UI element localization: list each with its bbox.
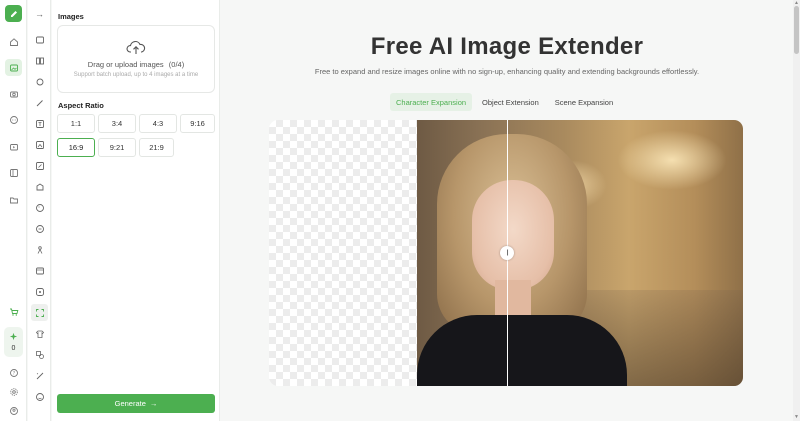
upload-hint: Support batch upload, up to 4 images at …	[73, 72, 199, 78]
tool-palette-icon[interactable]	[31, 199, 48, 216]
aspect-ratio-title: Aspect Ratio	[58, 101, 104, 110]
ratio-option-16-9[interactable]: 16:9	[57, 138, 95, 157]
tool-expand-icon[interactable]	[31, 304, 48, 321]
tab-object-extension[interactable]: Object Extension	[476, 93, 545, 111]
settings-panel: Images Drag or upload images (0/4) Suppo…	[52, 0, 220, 421]
tool-wand-icon[interactable]	[31, 367, 48, 384]
portrait-photo	[417, 120, 743, 386]
ratio-option-3-4[interactable]: 3:4	[98, 114, 136, 133]
app-logo-icon[interactable]	[5, 5, 22, 22]
credits-badge[interactable]: 0	[4, 327, 23, 357]
main-content: Free AI Image Extender Free to expand an…	[221, 0, 793, 421]
sparkle-icon	[9, 332, 18, 341]
tool-enhance-icon[interactable]	[31, 136, 48, 153]
tool-film-icon[interactable]	[31, 262, 48, 279]
account-icon[interactable]	[5, 402, 22, 419]
upload-dropzone[interactable]: Drag or upload images (0/4) Support batc…	[57, 25, 215, 93]
scrollbar-thumb[interactable]	[794, 6, 799, 54]
tool-shapes-icon[interactable]	[31, 346, 48, 363]
transparent-background	[269, 120, 417, 386]
ratio-option-4-3[interactable]: 4:3	[139, 114, 177, 133]
page-subtitle: Free to expand and resize images online …	[314, 67, 700, 76]
page-scrollbar[interactable]: ▲ ▼	[793, 0, 800, 421]
gallery-icon[interactable]	[5, 164, 22, 181]
tool-compare-icon[interactable]	[31, 52, 48, 69]
images-section-title: Images	[58, 12, 84, 21]
help-icon[interactable]: ?	[5, 364, 22, 381]
scroll-down-icon[interactable]: ▼	[794, 414, 799, 420]
tab-character-expansion[interactable]: Character Expansion	[390, 93, 473, 111]
image-tools-icon[interactable]	[5, 59, 22, 76]
tools-column: →	[28, 0, 51, 421]
tool-shirt-icon[interactable]	[31, 325, 48, 342]
tool-object-icon[interactable]	[31, 73, 48, 90]
upload-count: (0/4)	[168, 60, 185, 69]
left-rail: 0 ?	[0, 0, 27, 421]
cloud-upload-icon	[126, 40, 146, 54]
compare-slider-handle[interactable]: ||	[500, 246, 514, 260]
cart-icon[interactable]	[5, 303, 22, 320]
camera-icon[interactable]	[5, 85, 22, 102]
ai-chat-icon[interactable]	[5, 111, 22, 128]
ratio-option-1-1[interactable]: 1:1	[57, 114, 95, 133]
tool-person-icon[interactable]	[31, 241, 48, 258]
tool-brush-icon[interactable]	[31, 94, 48, 111]
tool-face-icon[interactable]	[31, 388, 48, 405]
tool-edit-icon[interactable]	[31, 157, 48, 174]
settings-gear-icon[interactable]	[5, 383, 22, 400]
folder-icon[interactable]	[5, 191, 22, 208]
page-title: Free AI Image Extender	[370, 33, 644, 60]
ratio-option-9-16[interactable]: 9:16	[180, 114, 215, 133]
credit-count: 0	[11, 345, 16, 352]
upload-text: Drag or upload images	[87, 60, 164, 69]
ratio-option-21-9[interactable]: 21:9	[139, 138, 174, 157]
collapse-arrow-icon[interactable]: →	[31, 5, 48, 22]
mode-tabs: Character Expansion Object Extension Sce…	[390, 93, 619, 111]
tool-text-icon[interactable]	[31, 115, 48, 132]
generate-button[interactable]: Generate →	[57, 394, 215, 413]
generate-label: Generate	[114, 399, 146, 408]
ratio-option-9-21[interactable]: 9:21	[98, 138, 136, 157]
before-after-preview: ||	[269, 120, 743, 386]
tool-product-icon[interactable]	[31, 178, 48, 195]
svg-text:?: ?	[12, 370, 15, 376]
tab-scene-expansion[interactable]: Scene Expansion	[549, 93, 619, 111]
tool-image-icon[interactable]	[31, 31, 48, 48]
tool-grid-icon[interactable]	[31, 283, 48, 300]
video-icon[interactable]	[5, 138, 22, 155]
tool-swap-icon[interactable]	[31, 220, 48, 237]
arrow-right-icon: →	[149, 399, 158, 408]
home-icon[interactable]	[5, 33, 22, 50]
